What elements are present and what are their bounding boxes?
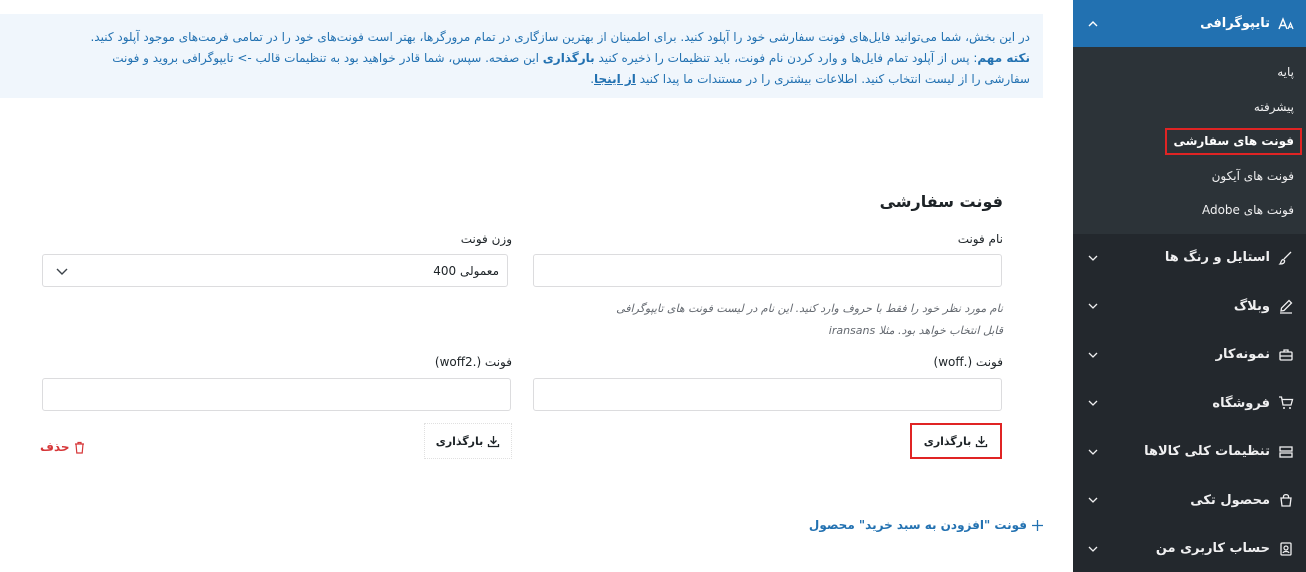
- docs-link[interactable]: از اینجا: [594, 72, 636, 86]
- font-name-label: نام فونت: [957, 232, 1003, 246]
- briefcase-icon: [1278, 347, 1294, 363]
- font-name-description: نام مورد نظر خود را فقط با حروف وارد کنی…: [616, 302, 1003, 337]
- submenu-item-icon-fonts[interactable]: فونت های آیکون: [1073, 159, 1306, 194]
- submenu-item-adobe-fonts[interactable]: فونت های Adobe: [1073, 193, 1306, 228]
- add-font-button[interactable]: فونت "افزودن به سبد خرید" محصول: [809, 518, 1044, 532]
- submenu-item-advanced[interactable]: پیشرفته: [1073, 90, 1306, 125]
- font-weight-select[interactable]: معمولی 400: [42, 254, 508, 287]
- chevron-down-icon: [1087, 349, 1099, 361]
- submenu-item-custom-fonts[interactable]: فونت های سفارشی: [1073, 124, 1306, 159]
- chevron-down-icon: [1087, 397, 1099, 409]
- user-icon: [1278, 541, 1294, 557]
- download-icon: [487, 435, 500, 448]
- sidebar-item-shop[interactable]: فروشگاه: [1073, 379, 1306, 428]
- woff2-label: فونت (.woff2): [434, 355, 512, 369]
- section-title: فونت سفارشی: [879, 192, 1003, 211]
- sidebar-item-my-account[interactable]: حساب کاربری من: [1073, 525, 1306, 572]
- chevron-down-icon: [1087, 300, 1099, 312]
- pencil-icon: [1278, 298, 1294, 314]
- sidebar-item-typography[interactable]: تایپوگرافی: [1073, 0, 1306, 47]
- notice-line-3: سفارشی را از لیست انتخاب کنید. اطلاعات ب…: [590, 72, 1030, 86]
- chevron-down-icon: [55, 264, 69, 278]
- sidebar-item-label: تایپوگرافی: [1200, 16, 1270, 31]
- woff-file-input[interactable]: [533, 378, 1002, 411]
- font-name-input[interactable]: [533, 254, 1002, 287]
- chevron-down-icon: [1087, 494, 1099, 506]
- typography-submenu: پایه پیشرفته فونت های سفارشی فونت های آی…: [1073, 47, 1306, 234]
- typography-icon: [1278, 16, 1294, 32]
- sidebar-item-styles-colors[interactable]: استایل و رنگ ها: [1073, 234, 1306, 283]
- submenu-item-basic[interactable]: پایه: [1073, 55, 1306, 90]
- download-icon: [975, 435, 988, 448]
- notice-line-2: نکته مهم: پس از آپلود تمام فایل‌ها و وار…: [112, 51, 1030, 65]
- chevron-down-icon: [1087, 446, 1099, 458]
- chevron-up-icon: [1087, 18, 1099, 30]
- woff2-file-input[interactable]: [42, 378, 511, 411]
- sidebar-item-blog[interactable]: وبلاگ: [1073, 282, 1306, 331]
- plus-icon: [1031, 519, 1044, 532]
- cart-icon: [1278, 395, 1294, 411]
- chevron-down-icon: [1087, 252, 1099, 264]
- stack-icon: [1278, 444, 1294, 460]
- font-weight-value: معمولی 400: [433, 263, 499, 278]
- sidebar-item-products-settings[interactable]: تنظیمات کلی کالاها: [1073, 428, 1306, 477]
- brush-icon: [1278, 250, 1294, 266]
- woff-label: فونت (.woff): [933, 355, 1004, 369]
- sidebar-item-portfolio[interactable]: نمونه‌کار: [1073, 331, 1306, 380]
- upload-woff-button[interactable]: بارگذاری: [910, 423, 1002, 459]
- trash-icon: [73, 441, 86, 454]
- notice-line-1: در این بخش، شما می‌توانید فایل‌های فونت …: [90, 30, 1030, 44]
- upload-woff2-button[interactable]: بارگذاری: [424, 423, 512, 459]
- info-notice: در این بخش، شما می‌توانید فایل‌های فونت …: [0, 14, 1043, 98]
- sidebar-item-single-product[interactable]: محصول تکی: [1073, 476, 1306, 525]
- bag-icon: [1278, 492, 1294, 508]
- chevron-down-icon: [1087, 543, 1099, 555]
- settings-sidebar: تایپوگرافی پایه پیشرفته فونت های سفارشی …: [1073, 0, 1306, 572]
- delete-font-button[interactable]: حذف: [40, 440, 86, 454]
- font-weight-label: وزن فونت: [460, 232, 512, 246]
